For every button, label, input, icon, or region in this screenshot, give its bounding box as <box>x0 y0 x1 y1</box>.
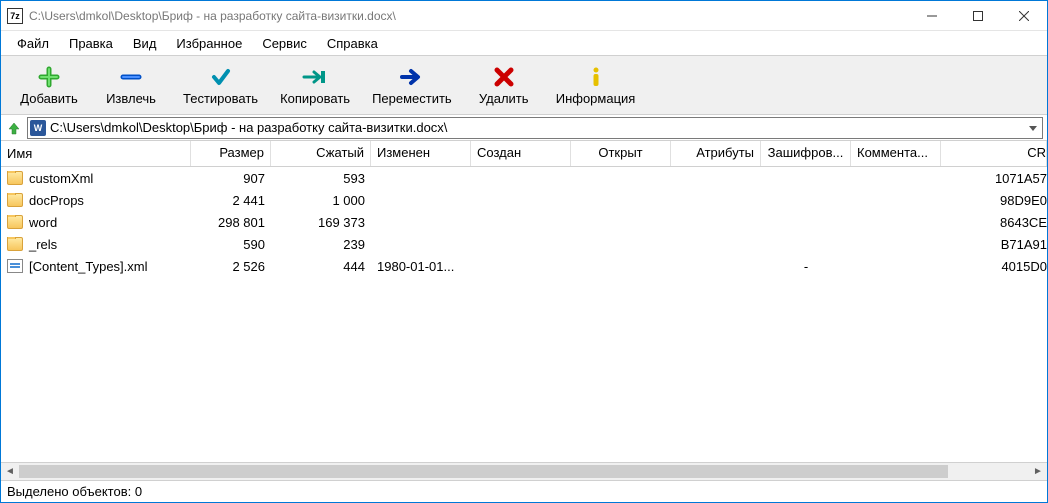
file-size: 907 <box>191 171 271 186</box>
folder-icon <box>7 193 23 207</box>
scroll-left-button[interactable]: ◄ <box>1 463 19 480</box>
file-modified: 1980-01-01... <box>371 259 471 274</box>
column-encrypted[interactable]: Зашифров... <box>761 141 851 166</box>
menu-tools[interactable]: Сервис <box>254 34 315 53</box>
column-comment[interactable]: Коммента... <box>851 141 941 166</box>
column-attributes[interactable]: Атрибуты <box>671 141 761 166</box>
chevron-down-icon <box>1029 126 1037 132</box>
minimize-icon <box>927 11 937 21</box>
column-size[interactable]: Размер <box>191 141 271 166</box>
docx-icon: W <box>30 120 46 136</box>
file-crc: 1071A57 <box>941 171 1047 186</box>
move-button[interactable]: Переместить <box>362 58 462 112</box>
menu-file[interactable]: Файл <box>9 34 57 53</box>
info-button[interactable]: Информация <box>546 58 646 112</box>
file-packed: 239 <box>271 237 371 252</box>
titlebar: 7z C:\Users\dmkol\Desktop\Бриф - на разр… <box>1 1 1047 31</box>
add-button[interactable]: Добавить <box>9 58 89 112</box>
check-icon <box>210 65 232 89</box>
test-button[interactable]: Тестировать <box>173 58 268 112</box>
file-packed: 593 <box>271 171 371 186</box>
list-row[interactable]: word 298 801169 373 8643CE <box>1 211 1047 233</box>
maximize-icon <box>973 11 983 21</box>
list-row[interactable]: customXml 907593 1071A57 <box>1 167 1047 189</box>
folder-icon <box>7 237 23 251</box>
arrow-right-icon <box>399 65 425 89</box>
toolbar: Добавить Извлечь Тестировать Копировать … <box>1 55 1047 115</box>
file-size: 2 526 <box>191 259 271 274</box>
minus-icon <box>120 65 142 89</box>
menu-edit[interactable]: Правка <box>61 34 121 53</box>
file-packed: 1 000 <box>271 193 371 208</box>
minimize-button[interactable] <box>909 1 955 31</box>
app-icon: 7z <box>7 8 23 24</box>
horizontal-scrollbar[interactable]: ◄ ► <box>1 462 1047 480</box>
info-icon <box>585 65 607 89</box>
extract-label: Извлечь <box>106 91 156 106</box>
list-row[interactable]: docProps 2 4411 000 98D9E0 <box>1 189 1047 211</box>
column-name[interactable]: Имя <box>1 141 191 166</box>
path-input[interactable]: W C:\Users\dmkol\Desktop\Бриф - на разра… <box>27 117 1043 139</box>
list-header: Имя Размер Сжатый Изменен Создан Открыт … <box>1 141 1047 167</box>
copy-button[interactable]: Копировать <box>270 58 360 112</box>
file-list: Имя Размер Сжатый Изменен Создан Открыт … <box>1 141 1047 462</box>
test-label: Тестировать <box>183 91 258 106</box>
folder-icon <box>7 215 23 229</box>
menu-view[interactable]: Вид <box>125 34 165 53</box>
file-crc: B71A91 <box>941 237 1047 252</box>
file-name: word <box>29 215 57 230</box>
scroll-thumb[interactable] <box>19 465 948 478</box>
plus-icon <box>38 65 60 89</box>
list-row[interactable]: [Content_Types].xml 2 5264441980-01-01...… <box>1 255 1047 277</box>
file-packed: 444 <box>271 259 371 274</box>
column-accessed[interactable]: Открыт <box>571 141 671 166</box>
file-encrypted: - <box>761 259 851 274</box>
folder-icon <box>7 171 23 185</box>
window-title: C:\Users\dmkol\Desktop\Бриф - на разрабо… <box>29 9 909 23</box>
copy-arrow-icon <box>302 65 328 89</box>
column-packed[interactable]: Сжатый <box>271 141 371 166</box>
scroll-track[interactable] <box>19 463 1029 480</box>
column-created[interactable]: Создан <box>471 141 571 166</box>
path-text: C:\Users\dmkol\Desktop\Бриф - на разрабо… <box>50 120 1024 135</box>
column-modified[interactable]: Изменен <box>371 141 471 166</box>
pathbar: W C:\Users\dmkol\Desktop\Бриф - на разра… <box>1 115 1047 141</box>
up-button[interactable] <box>5 119 23 137</box>
delete-button[interactable]: Удалить <box>464 58 544 112</box>
close-button[interactable] <box>1001 1 1047 31</box>
delete-label: Удалить <box>479 91 529 106</box>
file-crc: 8643CE <box>941 215 1047 230</box>
file-crc: 98D9E0 <box>941 193 1047 208</box>
scroll-right-button[interactable]: ► <box>1029 463 1047 480</box>
menubar: Файл Правка Вид Избранное Сервис Справка <box>1 31 1047 55</box>
info-label: Информация <box>556 91 636 106</box>
extract-button[interactable]: Извлечь <box>91 58 171 112</box>
copy-label: Копировать <box>280 91 350 106</box>
add-label: Добавить <box>20 91 77 106</box>
path-dropdown-button[interactable] <box>1024 120 1042 135</box>
maximize-button[interactable] <box>955 1 1001 31</box>
move-label: Переместить <box>372 91 452 106</box>
file-name: _rels <box>29 237 57 252</box>
statusbar: Выделено объектов: 0 <box>1 480 1047 502</box>
status-text: Выделено объектов: 0 <box>7 484 142 499</box>
file-name: docProps <box>29 193 84 208</box>
close-icon <box>1019 11 1029 21</box>
file-size: 2 441 <box>191 193 271 208</box>
x-icon <box>493 65 515 89</box>
file-crc: 4015D0 <box>941 259 1047 274</box>
column-crc[interactable]: CR <box>941 141 1047 166</box>
menu-help[interactable]: Справка <box>319 34 386 53</box>
file-name: customXml <box>29 171 93 186</box>
file-name: [Content_Types].xml <box>29 259 148 274</box>
file-icon <box>7 259 23 273</box>
file-size: 298 801 <box>191 215 271 230</box>
menu-favorites[interactable]: Избранное <box>168 34 250 53</box>
file-packed: 169 373 <box>271 215 371 230</box>
list-row[interactable]: _rels 590239 B71A91 <box>1 233 1047 255</box>
file-size: 590 <box>191 237 271 252</box>
